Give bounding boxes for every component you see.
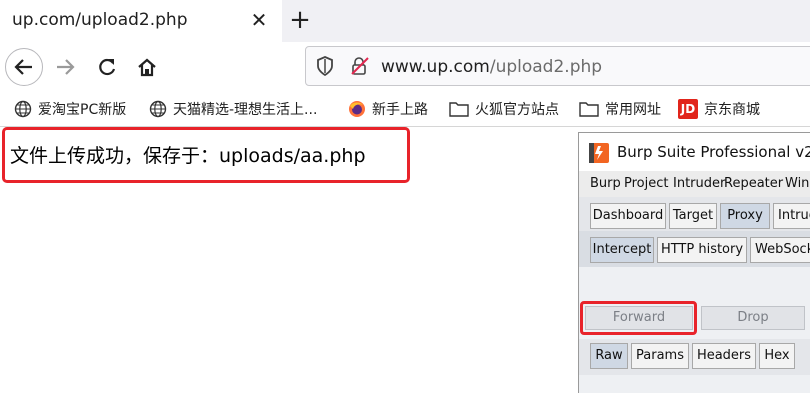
- tab-intercept[interactable]: Intercept: [590, 237, 654, 263]
- shield-icon[interactable]: [316, 56, 334, 76]
- folder-icon: [449, 102, 469, 117]
- bookmark-folder[interactable]: 常用网址: [579, 98, 661, 120]
- menu-burp[interactable]: Burp: [590, 176, 621, 191]
- burp-suite-window: Burp Suite Professional v2.0 Burp Projec…: [578, 132, 810, 393]
- url-host: www.up.com: [381, 57, 490, 77]
- menu-intruder[interactable]: Intruder: [673, 176, 725, 191]
- bookmarks-bar: 爱淘宝PC新版 天猫精选-理想生活上... 新手上路 火狐官方站点 常用网址 J…: [0, 92, 810, 127]
- menu-project[interactable]: Project: [624, 176, 668, 191]
- tab-websockets[interactable]: WebSockets: [750, 237, 810, 263]
- tab-proxy[interactable]: Proxy: [720, 203, 770, 229]
- home-button[interactable]: [130, 50, 164, 84]
- tab-http-history[interactable]: HTTP history: [657, 237, 747, 263]
- globe-icon: [149, 100, 167, 118]
- close-tab-icon[interactable]: ✕: [248, 9, 270, 31]
- insecure-lock-icon[interactable]: [350, 56, 370, 76]
- folder-icon: [579, 102, 599, 117]
- bookmark-folder[interactable]: 火狐官方站点: [449, 98, 559, 120]
- bookmark-label: 京东商城: [704, 102, 760, 118]
- bookmark-item[interactable]: 天猫精选-理想生活上...: [149, 98, 317, 120]
- bookmark-label: 天猫精选-理想生活上...: [173, 102, 318, 118]
- firefox-icon: [349, 101, 365, 117]
- tab-title: up.com/upload2.php: [12, 10, 188, 30]
- burp-title-bar: Burp Suite Professional v2.0: [579, 133, 810, 171]
- reload-icon: [99, 58, 116, 76]
- bookmark-item[interactable]: 爱淘宝PC新版: [14, 98, 126, 120]
- url-path: /upload2.php: [489, 57, 603, 77]
- tab-hex[interactable]: Hex: [759, 343, 795, 369]
- bookmark-item[interactable]: JD 京东商城: [678, 98, 760, 120]
- jd-icon: JD: [678, 99, 698, 119]
- browser-tab[interactable]: up.com/upload2.php ✕: [0, 0, 282, 42]
- back-button[interactable]: [5, 48, 43, 86]
- new-tab-button[interactable]: +: [286, 6, 314, 34]
- arrow-left-icon: [14, 59, 32, 75]
- globe-icon: [14, 100, 32, 118]
- tab-strip: up.com/upload2.php ✕ +: [0, 0, 810, 42]
- bookmark-label: 火狐官方站点: [475, 102, 559, 118]
- bookmark-item[interactable]: 新手上路: [348, 98, 428, 120]
- bookmark-label: 新手上路: [372, 102, 428, 118]
- tab-params[interactable]: Params: [631, 343, 689, 369]
- tab-raw[interactable]: Raw: [590, 343, 628, 369]
- highlight-box: [580, 301, 697, 335]
- upload-success-message: 文件上传成功，保存于：uploads/aa.php: [10, 145, 366, 167]
- bookmark-label: 常用网址: [605, 102, 661, 118]
- tab-target[interactable]: Target: [669, 203, 717, 229]
- bookmark-label: 爱淘宝PC新版: [38, 102, 127, 118]
- menu-repeater[interactable]: Repeater: [724, 176, 783, 191]
- forward-nav-button[interactable]: [48, 50, 82, 84]
- drop-button[interactable]: Drop: [701, 306, 805, 330]
- arrow-right-icon: [57, 59, 75, 75]
- burp-title: Burp Suite Professional v2.0: [617, 143, 810, 161]
- tab-intruder[interactable]: Intruder: [773, 203, 810, 229]
- tab-dashboard[interactable]: Dashboard: [590, 203, 666, 229]
- burp-logo-icon: [589, 143, 609, 163]
- home-icon: [138, 58, 156, 77]
- url-text: www.up.com/upload2.php: [381, 57, 602, 77]
- menu-window[interactable]: Window: [785, 176, 810, 191]
- url-bar[interactable]: www.up.com/upload2.php: [305, 46, 810, 86]
- reload-button[interactable]: [90, 50, 124, 84]
- tab-headers[interactable]: Headers: [692, 343, 756, 369]
- navigation-bar: www.up.com/upload2.php: [0, 42, 810, 92]
